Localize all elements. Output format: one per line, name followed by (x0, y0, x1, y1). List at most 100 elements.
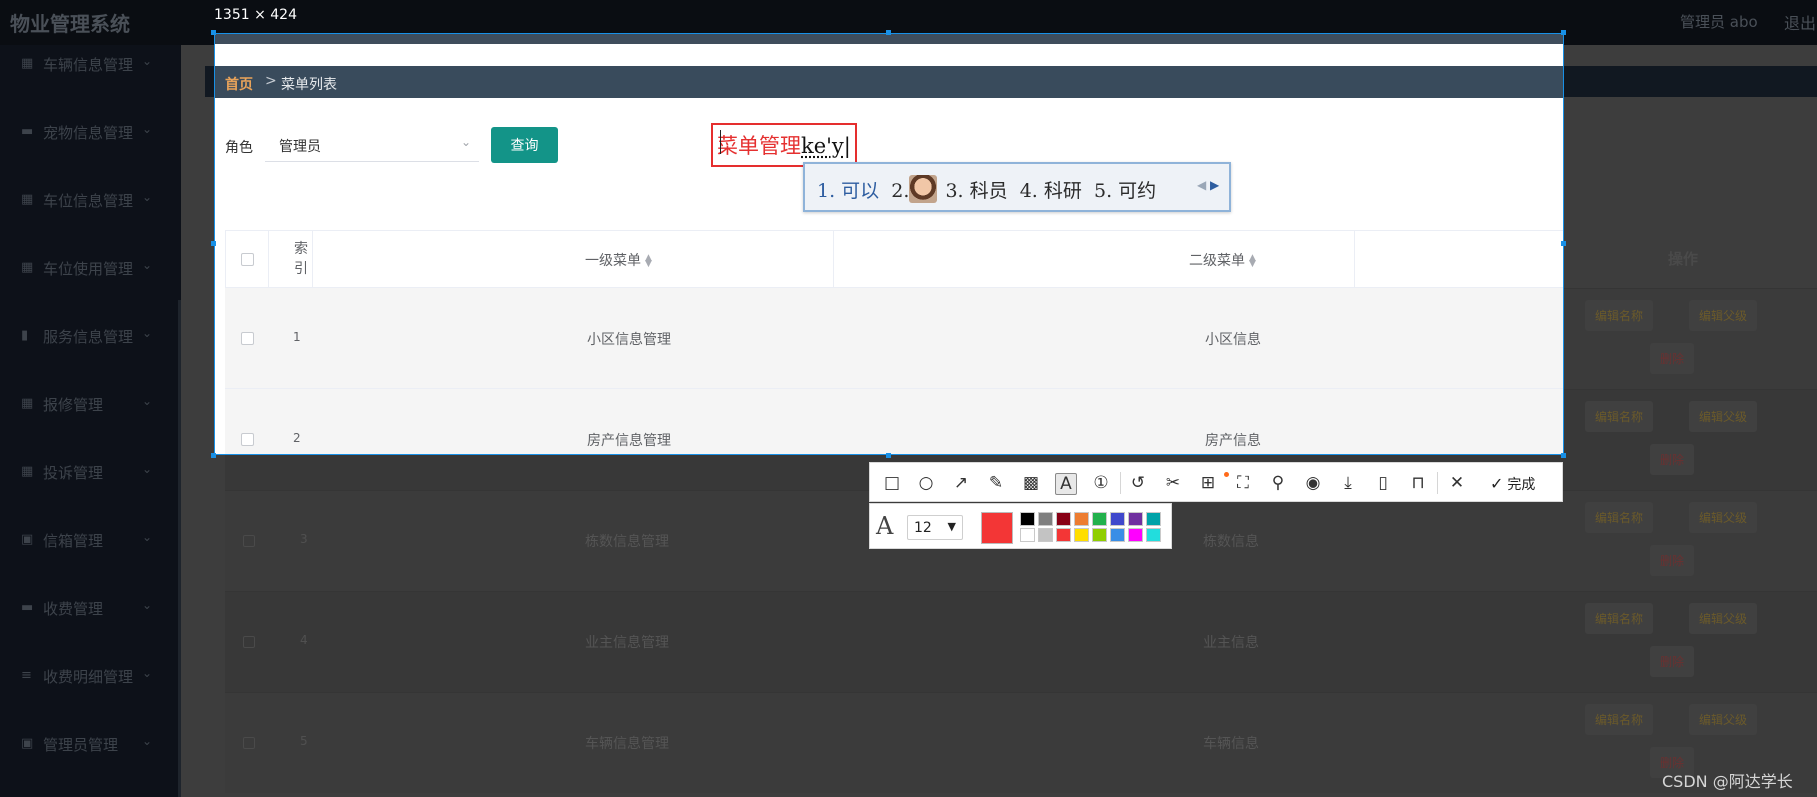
mosaic-icon[interactable]: ▩ (1020, 473, 1042, 495)
edit-parent-button[interactable]: 编辑父级 (1689, 300, 1758, 331)
ime-candidate-1[interactable]: 1. 可以 (817, 180, 879, 202)
sidebar-item-vehicle[interactable]: ▦ 车辆信息管理 ⌄ (0, 49, 181, 117)
edit-name-button[interactable]: 编辑名称 (1585, 704, 1654, 735)
record-icon[interactable]: ◉ (1302, 473, 1324, 495)
edit-parent-button[interactable]: 编辑父级 (1689, 704, 1758, 735)
color-swatch[interactable] (1056, 528, 1071, 542)
pin-icon[interactable]: ⚲ (1267, 473, 1289, 495)
done-button[interactable]: ✓ 完成 (1490, 474, 1535, 494)
sidebar-item-fee-details[interactable]: ≡ 收费明细管理 ⌄ (0, 661, 181, 729)
ime-candidate-5[interactable]: 5. 可约 (1094, 180, 1156, 202)
role-select[interactable]: 管理员 ⌄ (265, 126, 479, 162)
color-swatch[interactable] (1146, 512, 1161, 526)
color-swatch[interactable] (1128, 512, 1143, 526)
grid-icon: ▦ (21, 192, 34, 207)
sort-icon[interactable]: ▲ ▼ (1249, 254, 1256, 269)
sidebar-item-mailbox[interactable]: ▣ 信箱管理 ⌄ (0, 525, 181, 593)
sidebar-item-admin[interactable]: ▣ 管理员管理 ⌄ (0, 729, 181, 797)
color-swatch[interactable] (1038, 512, 1053, 526)
bookmark-icon[interactable]: ⊓ (1407, 473, 1429, 495)
color-swatch[interactable] (1092, 528, 1107, 542)
ime-page-arrows-icon[interactable]: ◀ ▶ (1197, 178, 1219, 192)
color-swatch[interactable] (1110, 512, 1125, 526)
font-size-select[interactable]: 12 ▼ (907, 515, 963, 540)
color-swatch[interactable] (1056, 512, 1071, 526)
color-swatch[interactable] (1020, 512, 1035, 526)
edit-parent-button[interactable]: 编辑父级 (1689, 401, 1758, 432)
row-checkbox[interactable] (243, 737, 255, 749)
row-checkbox[interactable] (243, 636, 255, 648)
resize-handle[interactable] (886, 30, 891, 35)
cut-icon[interactable]: ✂ (1162, 473, 1184, 495)
sidebar-item-parking[interactable]: ▦ 车位信息管理 ⌄ (0, 185, 181, 253)
resize-handle[interactable] (1561, 453, 1566, 458)
rectangle-icon[interactable]: □ (881, 473, 903, 495)
ime-candidate-4[interactable]: 4. 科研 (1020, 180, 1082, 202)
resize-handle[interactable] (1561, 241, 1566, 246)
delete-button[interactable]: 删除 (1650, 646, 1695, 677)
delete-button[interactable]: 删除 (1650, 545, 1695, 576)
sidebar-item-parking-usage[interactable]: ▦ 车位使用管理 ⌄ (0, 253, 181, 321)
secondary-menu-header[interactable]: 二级菜单 ▲ ▼ (1189, 250, 1256, 270)
resize-handle[interactable] (211, 453, 216, 458)
text-icon[interactable]: A (1055, 473, 1077, 495)
resize-handle[interactable] (211, 30, 216, 35)
ime-candidate-window[interactable]: 1. 可以 2. 3. 科员 4. 科研 5. 可约 ◀ ▶ (803, 162, 1231, 212)
ellipse-icon[interactable]: ○ (915, 473, 937, 495)
sidebar-item-label: 宠物信息管理 (43, 124, 134, 142)
face-image-icon[interactable] (909, 175, 938, 203)
color-swatch[interactable] (1110, 528, 1125, 542)
color-swatch[interactable] (1092, 512, 1107, 526)
close-icon[interactable]: ✕ (1446, 473, 1468, 495)
edit-parent-button[interactable]: 编辑父级 (1689, 603, 1758, 634)
undo-icon[interactable]: ↺ (1127, 473, 1149, 495)
resize-handle[interactable] (1561, 30, 1566, 35)
color-swatch[interactable] (1020, 528, 1035, 542)
sidebar-item-label: 投诉管理 (43, 464, 104, 482)
sidebar-item-repair[interactable]: ▦ 报修管理 ⌄ (0, 389, 181, 457)
ime-candidate-2[interactable]: 2. (891, 180, 909, 202)
edit-name-button[interactable]: 编辑名称 (1585, 401, 1654, 432)
sidebar-item-complaint[interactable]: ▦ 投诉管理 ⌄ (0, 457, 181, 525)
ime-candidate-3[interactable]: 3. 科员 (945, 180, 1007, 202)
delete-button[interactable]: 删除 (1650, 343, 1695, 374)
download-icon[interactable]: ⤓ (1337, 473, 1359, 495)
delete-button[interactable]: 删除 (1650, 444, 1695, 475)
query-button[interactable]: 查询 (491, 127, 558, 163)
ocr-icon[interactable]: ⛶ (1232, 473, 1254, 495)
color-swatch[interactable] (1074, 528, 1089, 542)
resize-handle[interactable] (211, 241, 216, 246)
color-swatch[interactable] (1146, 528, 1161, 542)
arrow-icon[interactable]: ↗ (950, 473, 972, 495)
color-swatch[interactable] (1074, 512, 1089, 526)
sidebar-item-service[interactable]: ▮ 服务信息管理 ⌄ (0, 321, 181, 389)
logout-link[interactable]: 退出 (1784, 10, 1816, 34)
translate-icon[interactable]: ⊞ (1197, 473, 1219, 495)
role-select-value: 管理员 (279, 139, 321, 155)
breadcrumb (215, 66, 1563, 98)
capture-region[interactable]: 首页 > 菜单列表 角色 管理员 ⌄ 查询 索 引 一级菜单 ▲ ▼ 二级菜单 ▲ ▼ … (214, 33, 1564, 455)
long-screenshot-icon[interactable]: ▯ (1372, 473, 1394, 495)
color-swatch[interactable] (1038, 528, 1053, 542)
primary-menu-header[interactable]: 一级菜单 ▲ ▼ (585, 250, 652, 270)
resize-handle[interactable] (886, 453, 891, 458)
selection-dimensions: 1351 × 424 (214, 7, 297, 23)
color-swatch[interactable] (1128, 528, 1143, 542)
current-color-swatch[interactable] (981, 512, 1013, 544)
index-header-line2: 引 (294, 261, 308, 277)
sidebar-item-pet[interactable]: ▬ 宠物信息管理 ⌄ (0, 117, 181, 185)
row-checkbox[interactable] (241, 332, 254, 345)
row-checkbox[interactable] (243, 535, 255, 547)
breadcrumb-home-link[interactable]: 首页 (225, 74, 253, 94)
sort-icon[interactable]: ▲ ▼ (645, 254, 652, 269)
pencil-icon[interactable]: ✎ (985, 473, 1007, 495)
number-icon[interactable]: ① (1090, 473, 1112, 495)
sidebar-item-fees[interactable]: ▬ 收费管理 ⌄ (0, 593, 181, 661)
edit-parent-button[interactable]: 编辑父级 (1689, 502, 1758, 533)
edit-name-button[interactable]: 编辑名称 (1585, 603, 1654, 634)
text-annotation[interactable]: 菜单管理ke'y| (717, 130, 851, 160)
edit-name-button[interactable]: 编辑名称 (1585, 300, 1654, 331)
edit-name-button[interactable]: 编辑名称 (1585, 502, 1654, 533)
select-all-checkbox[interactable] (241, 253, 254, 266)
row-checkbox[interactable] (241, 433, 254, 446)
